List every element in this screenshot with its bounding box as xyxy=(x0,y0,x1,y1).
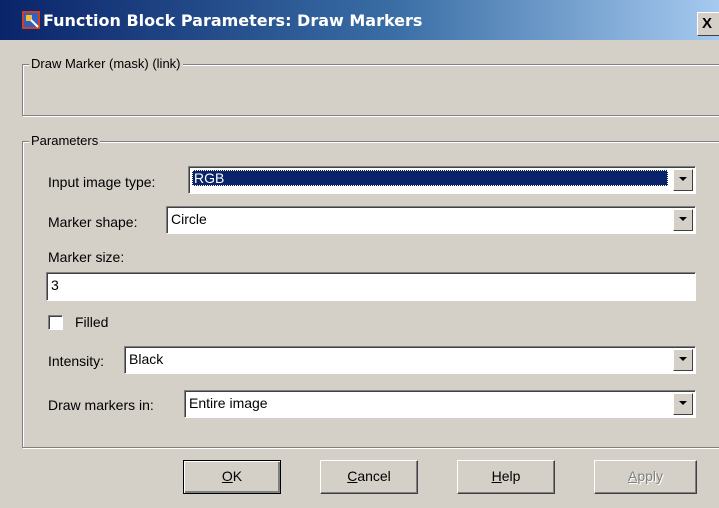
input-image-type-select[interactable]: RGB xyxy=(188,166,696,194)
cancel-button[interactable]: Cancel xyxy=(320,460,418,494)
chevron-down-icon[interactable] xyxy=(673,209,693,231)
marker-size-input[interactable]: 3 xyxy=(46,272,696,301)
filled-checkbox[interactable] xyxy=(48,315,63,330)
cancel-label-rest: ancel xyxy=(357,468,391,484)
chevron-down-icon[interactable] xyxy=(673,169,693,191)
ok-label-rest: K xyxy=(232,468,243,484)
apply-mnemonic: A xyxy=(627,468,638,484)
draw-markers-in-value: Entire image xyxy=(189,395,268,411)
intensity-label: Intensity: xyxy=(48,353,105,369)
filled-label: Filled xyxy=(75,314,109,330)
marker-shape-select[interactable]: Circle xyxy=(166,206,696,234)
apply-button[interactable]: Apply xyxy=(594,460,697,494)
intensity-value: Black xyxy=(129,351,164,367)
ok-mnemonic: O xyxy=(221,468,233,484)
help-button[interactable]: Help xyxy=(457,460,555,494)
window-title: Function Block Parameters: Draw Markers xyxy=(43,11,423,30)
simulink-block-icon xyxy=(22,11,40,29)
draw-markers-in-label: Draw markers in: xyxy=(48,397,154,413)
close-icon[interactable]: X xyxy=(697,12,719,36)
help-label-rest: elp xyxy=(501,468,521,484)
parameters-group-legend: Parameters xyxy=(29,133,101,149)
title-bar[interactable]: Function Block Parameters: Draw Markers … xyxy=(0,0,719,40)
input-image-type-label: Input image type: xyxy=(48,174,156,190)
mask-group-legend: Draw Marker (mask) (link) xyxy=(29,56,183,72)
marker-shape-value: Circle xyxy=(171,211,207,227)
intensity-select[interactable]: Black xyxy=(124,346,696,374)
draw-markers-in-select[interactable]: Entire image xyxy=(184,390,696,418)
marker-shape-label: Marker shape: xyxy=(48,214,138,230)
mask-description-group: Draw Marker (mask) (link) xyxy=(22,56,719,116)
input-image-type-value: RGB xyxy=(192,170,668,186)
ok-button[interactable]: OK xyxy=(183,460,281,494)
marker-size-label: Marker size: xyxy=(48,249,125,265)
cancel-mnemonic: C xyxy=(347,468,358,484)
help-mnemonic: H xyxy=(491,468,502,484)
chevron-down-icon[interactable] xyxy=(673,393,693,415)
apply-label-rest: pply xyxy=(637,468,664,484)
chevron-down-icon[interactable] xyxy=(673,349,693,371)
